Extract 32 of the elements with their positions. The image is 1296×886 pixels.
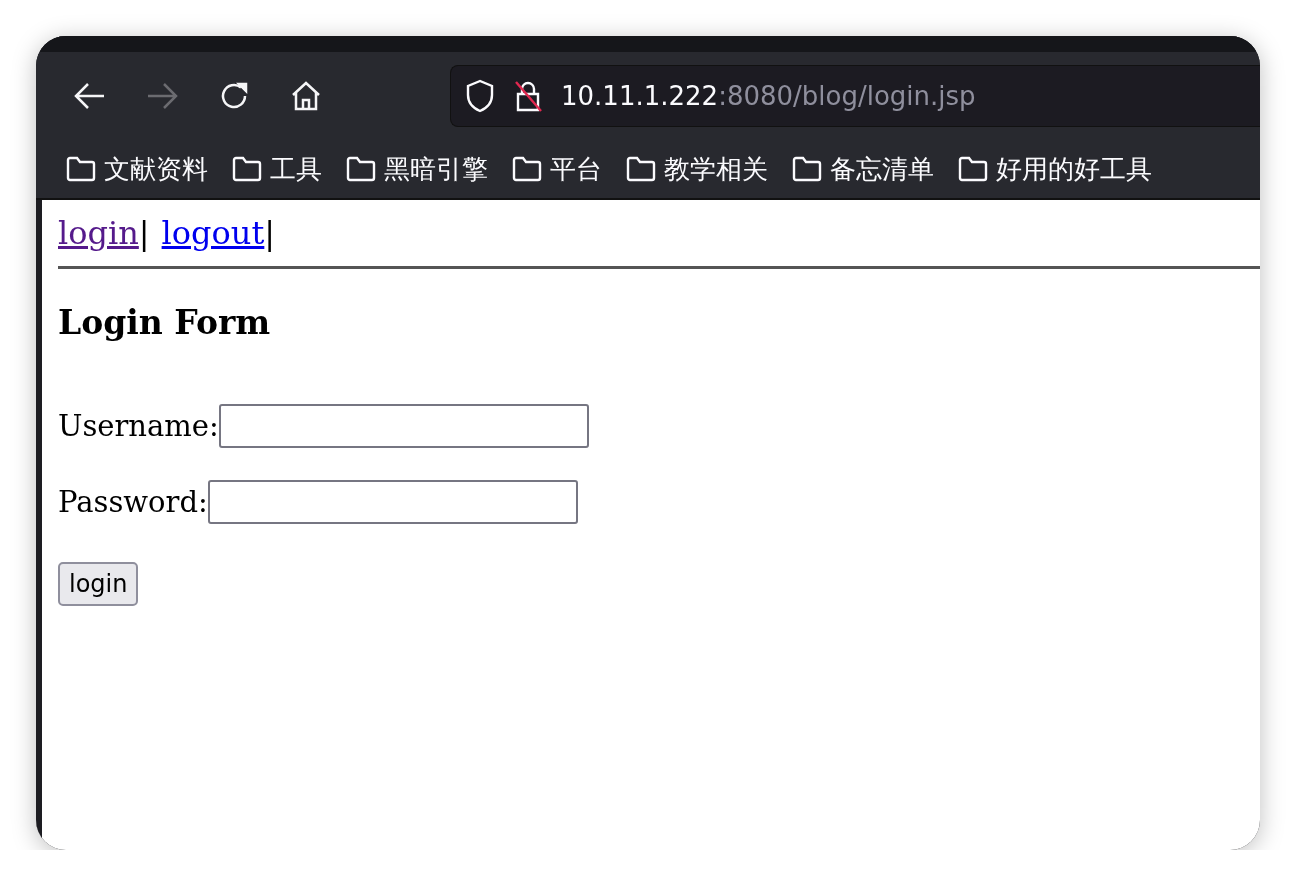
nav-link[interactable]: login [58, 214, 139, 252]
field-label: Password: [58, 485, 208, 519]
form-heading: Login Form [58, 303, 272, 342]
bookmark-folder[interactable]: 教学相关 [626, 151, 768, 187]
separator-text: | [138, 214, 150, 252]
folder-icon [66, 156, 96, 182]
bookmark-folder[interactable]: 平台 [512, 151, 602, 187]
folder-icon [512, 156, 542, 182]
shield-icon [465, 79, 495, 113]
folder-icon [626, 156, 656, 182]
crossed-lock-icon [513, 80, 543, 112]
bookmark-folder[interactable]: 好用的好工具 [958, 151, 1152, 187]
folder-icon [346, 156, 376, 182]
bookmark-folder[interactable]: 备忘清单 [792, 151, 934, 187]
reload-icon [219, 81, 249, 111]
login-button[interactable]: login [58, 562, 139, 606]
back-arrow-icon [74, 82, 106, 110]
address-bar[interactable]: 10.11.1.222:8080/blog/login.jsp [450, 65, 1260, 127]
folder-icon [232, 156, 262, 182]
input-field[interactable] [218, 404, 589, 448]
forward-arrow-icon [146, 82, 178, 110]
input-field[interactable] [207, 480, 578, 524]
home-icon [290, 80, 322, 112]
url-text: 10.11.1.222:8080/blog/login.jsp [561, 81, 976, 111]
nav-link[interactable]: logout [161, 214, 265, 252]
bookmark-folder[interactable]: 文献资料 [66, 151, 208, 187]
folder-icon [792, 156, 822, 182]
field-label: Username: [58, 409, 219, 443]
bookmark-folder[interactable]: 工具 [232, 151, 322, 187]
bookmark-folder[interactable]: 黑暗引擎 [346, 151, 488, 187]
separator-text: | [264, 214, 276, 252]
folder-icon [958, 156, 988, 182]
